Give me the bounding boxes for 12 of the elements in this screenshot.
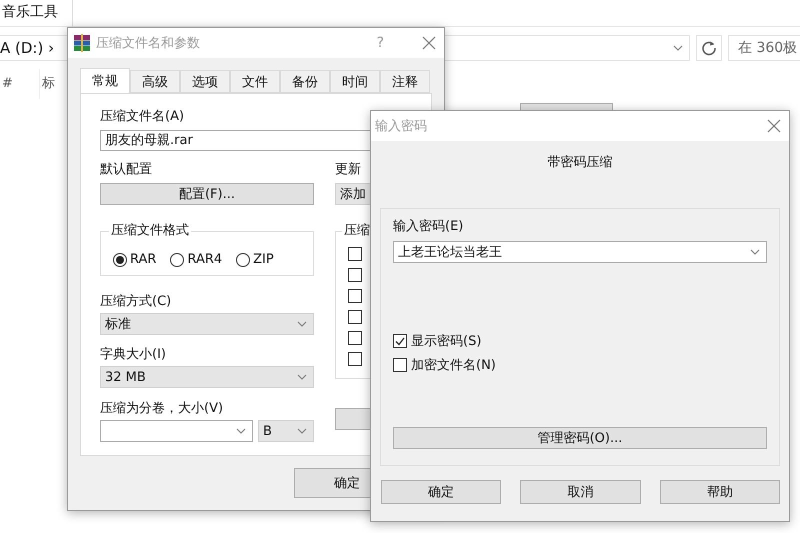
field-label: 默认配置 (100, 162, 153, 178)
field-label: 压缩文件名(A) (100, 109, 186, 125)
field-label: 字典大小(I) (100, 347, 167, 363)
dialog-heading: 带密码压缩 (546, 154, 614, 171)
checkbox-label: 显示密码(S) (411, 333, 482, 350)
field-label: 更新 (335, 162, 362, 178)
group-label: 压缩文件格式 (109, 223, 191, 239)
checkbox-label: 加密文件名(N) (411, 357, 496, 374)
field-label: 压缩为分卷，大小(V) (100, 401, 224, 417)
window-title: 压缩文件名和参数 (96, 35, 201, 52)
field-label: 输入密码(E) (393, 219, 464, 235)
field-label: 压缩方式(C) (100, 294, 172, 310)
